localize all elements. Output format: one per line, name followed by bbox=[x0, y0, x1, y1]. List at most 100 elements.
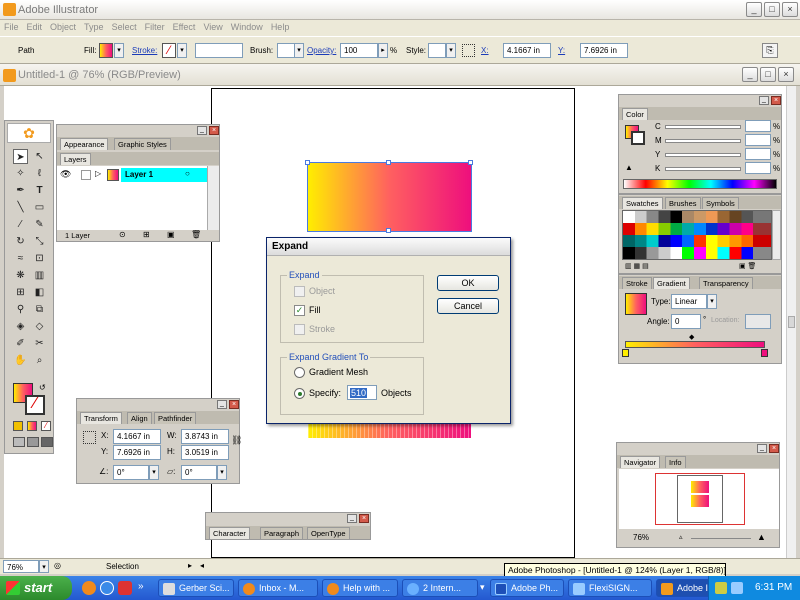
scissors-tool-icon[interactable]: ✂ bbox=[32, 336, 47, 351]
pen-tool-icon[interactable]: ✒ bbox=[13, 183, 28, 198]
tab-symbols[interactable]: Symbols bbox=[702, 197, 739, 209]
k-slider[interactable] bbox=[665, 167, 741, 171]
color-mode-icon[interactable] bbox=[13, 421, 23, 431]
tab-pathfinder[interactable]: Pathfinder bbox=[154, 412, 197, 424]
show-swatch-kinds-icon[interactable]: ▥ ▦ ▤ bbox=[625, 262, 649, 270]
m-input[interactable] bbox=[745, 134, 771, 146]
brush-dropdown[interactable]: ▾ bbox=[294, 43, 304, 58]
shear-input[interactable]: 0° bbox=[181, 465, 217, 480]
new-layer-icon[interactable]: ▣ bbox=[167, 230, 175, 239]
y-slider[interactable] bbox=[665, 153, 741, 157]
swatch-grid[interactable] bbox=[622, 210, 772, 260]
gradient-end-stop[interactable] bbox=[761, 349, 768, 357]
zoom-field[interactable]: 76% bbox=[3, 560, 39, 573]
stroke-color-box[interactable]: ⁄ bbox=[25, 395, 45, 415]
taskbar-flexisign[interactable]: FlexiSIGN... bbox=[568, 579, 652, 597]
gradient-rectangle[interactable] bbox=[307, 162, 472, 232]
rotate-tool-icon[interactable]: ↻ bbox=[13, 234, 28, 249]
gradient-slider-bar[interactable] bbox=[625, 341, 765, 348]
panel-minimize-button[interactable]: _ bbox=[217, 400, 227, 409]
doc-restore-button[interactable]: □ bbox=[760, 67, 776, 82]
full-screen-mode-icon[interactable] bbox=[41, 437, 53, 447]
standard-screen-mode-icon[interactable] bbox=[13, 437, 25, 447]
tab-gradient[interactable]: Gradient bbox=[653, 277, 690, 289]
gradient-mode-icon[interactable] bbox=[27, 421, 37, 431]
ie-quicklaunch-icon[interactable] bbox=[100, 581, 114, 595]
make-clipping-mask-icon[interactable]: ⊙ bbox=[119, 230, 126, 239]
transform-y-input[interactable]: 7.6926 in bbox=[113, 445, 161, 460]
status-menu-arrow-icon[interactable]: ▸ bbox=[188, 561, 192, 570]
selection-handle[interactable] bbox=[386, 160, 391, 165]
menu-file[interactable]: File bbox=[0, 20, 23, 34]
taskbar-help[interactable]: Help with ... bbox=[322, 579, 398, 597]
lasso-tool-icon[interactable]: ℓ bbox=[32, 166, 47, 181]
tab-transform[interactable]: Transform bbox=[80, 412, 122, 424]
reference-point-icon[interactable] bbox=[462, 44, 475, 57]
specify-radio[interactable] bbox=[294, 388, 305, 399]
none-mode-icon[interactable]: ⁄ bbox=[41, 421, 51, 431]
panel-close-button[interactable]: × bbox=[359, 514, 369, 523]
trash-icon[interactable]: 🗑 bbox=[191, 230, 201, 239]
full-screen-menu-mode-icon[interactable] bbox=[27, 437, 39, 447]
group-arrow-icon[interactable]: ▾ bbox=[480, 582, 485, 593]
opacity-input[interactable]: 100 bbox=[340, 43, 378, 58]
y-input[interactable] bbox=[745, 148, 771, 160]
type-tool-icon[interactable]: T bbox=[32, 183, 47, 198]
layers-scrollbar[interactable] bbox=[207, 166, 219, 230]
navigator-zoom-slider[interactable] bbox=[691, 538, 751, 539]
menu-edit[interactable]: Edit bbox=[23, 20, 47, 34]
taskbar-internet[interactable]: 2 Intern... bbox=[402, 579, 478, 597]
tray-icon[interactable] bbox=[715, 582, 727, 594]
close-button[interactable]: × bbox=[782, 2, 798, 17]
panel-close-button[interactable]: × bbox=[771, 96, 781, 105]
menu-select[interactable]: Select bbox=[108, 20, 141, 34]
gradient-start-stop[interactable] bbox=[622, 349, 629, 357]
zoom-in-icon[interactable]: ▲ bbox=[757, 532, 766, 542]
hand-tool-icon[interactable]: ✋ bbox=[13, 353, 28, 368]
specify-objects-input[interactable]: 510 bbox=[347, 385, 377, 400]
navigator-preview[interactable] bbox=[619, 469, 779, 529]
gradient-tool-icon[interactable]: ◧ bbox=[32, 285, 47, 300]
expand-triangle-icon[interactable]: ▷ bbox=[95, 169, 101, 178]
clock[interactable]: 6:31 PM bbox=[755, 582, 792, 593]
swap-fill-stroke-icon[interactable]: ↺ bbox=[39, 383, 46, 392]
version-cue-icon[interactable]: ◎ bbox=[54, 561, 61, 570]
reference-point-icon[interactable] bbox=[83, 431, 96, 444]
lock-toggle[interactable] bbox=[81, 170, 91, 180]
c-slider[interactable] bbox=[665, 125, 741, 129]
minimize-button[interactable]: _ bbox=[746, 2, 762, 17]
layer-name-highlight[interactable]: Layer 1 ○ bbox=[121, 168, 207, 182]
tab-opentype[interactable]: OpenType bbox=[307, 527, 350, 539]
tab-swatches[interactable]: Swatches bbox=[622, 197, 663, 209]
bridge-icon[interactable]: ⎘ bbox=[762, 43, 778, 58]
style-dropdown[interactable]: ▾ bbox=[446, 43, 456, 58]
panel-minimize-button[interactable]: _ bbox=[759, 96, 769, 105]
gradient-preview[interactable] bbox=[625, 293, 647, 315]
live-paint-tool-icon[interactable]: ◈ bbox=[13, 319, 28, 334]
stroke-label[interactable]: Stroke: bbox=[132, 46, 157, 55]
blend-tool-icon[interactable]: ⧉ bbox=[32, 302, 47, 317]
direct-selection-tool-icon[interactable]: ↖ bbox=[32, 149, 47, 164]
rotate-input[interactable]: 0° bbox=[113, 465, 149, 480]
object-checkbox[interactable] bbox=[294, 286, 305, 297]
live-paint-selection-tool-icon[interactable]: ◇ bbox=[32, 319, 47, 334]
color-stroke-box[interactable] bbox=[631, 131, 645, 145]
tab-appearance[interactable]: Appearance bbox=[60, 138, 109, 150]
tab-graphic-styles[interactable]: Graphic Styles bbox=[114, 138, 171, 150]
brush-field[interactable] bbox=[277, 43, 295, 58]
free-transform-tool-icon[interactable]: ⊡ bbox=[32, 251, 47, 266]
menu-view[interactable]: View bbox=[199, 20, 226, 34]
constrain-proportions-icon[interactable]: ⛓ bbox=[231, 435, 242, 446]
angle-input[interactable]: 0 bbox=[671, 314, 701, 329]
menu-effect[interactable]: Effect bbox=[169, 20, 200, 34]
panel-close-button[interactable]: × bbox=[769, 444, 779, 453]
tab-paragraph[interactable]: Paragraph bbox=[260, 527, 304, 539]
zoom-out-icon[interactable]: ▵ bbox=[679, 533, 683, 541]
gradient-type-dropdown[interactable]: ▾ bbox=[707, 294, 717, 309]
swatches-scrollbar[interactable] bbox=[772, 210, 781, 260]
graph-tool-icon[interactable]: ▥ bbox=[32, 268, 47, 283]
warp-tool-icon[interactable]: ≈ bbox=[13, 251, 28, 266]
new-sublayer-icon[interactable]: ⊞ bbox=[143, 230, 150, 239]
gradient-mesh-radio[interactable] bbox=[294, 367, 305, 378]
tab-info[interactable]: Info bbox=[665, 456, 686, 468]
